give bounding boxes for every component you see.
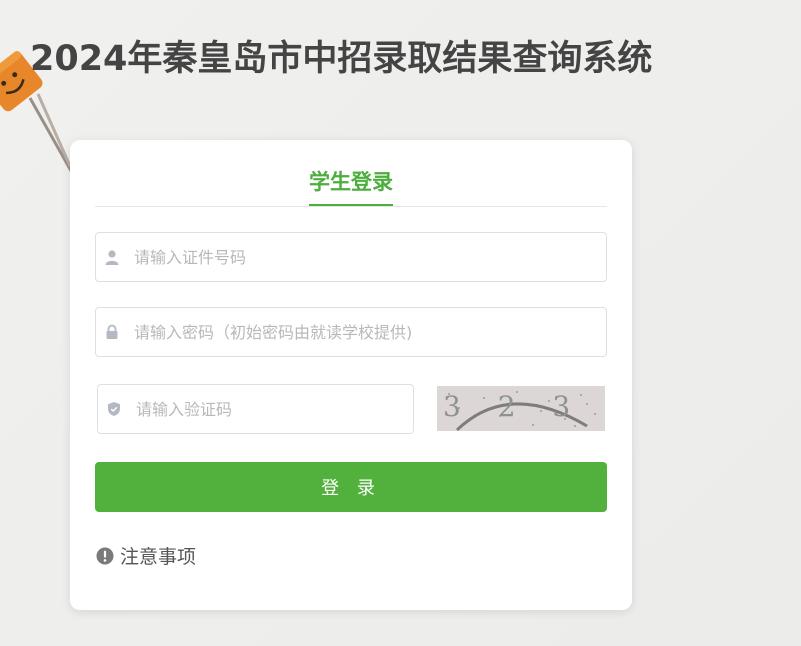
id-number-input[interactable] [134,233,606,281]
exclamation-circle-icon [96,547,114,565]
page-title: 2024年秦皇岛市中招录取结果查询系统 [30,39,653,79]
id-number-field [95,232,607,282]
user-icon [104,249,120,265]
login-card: 学生登录 3 2 3 6 登 录 [70,140,632,610]
lock-icon [104,324,120,340]
captcha-input[interactable] [136,385,413,433]
password-field [95,307,607,357]
notice-label: 注意事项 [120,546,197,568]
login-button[interactable]: 登 录 [95,462,607,512]
captcha-text: 3 2 3 6 [443,390,605,423]
password-input[interactable] [134,308,606,356]
login-tabs: 学生登录 [95,140,607,207]
tab-student-login[interactable]: 学生登录 [309,166,393,206]
captcha-field [97,384,414,434]
notice-link[interactable]: 注意事项 [96,542,196,569]
captcha-image[interactable]: 3 2 3 6 [437,386,605,431]
shield-icon [106,401,122,417]
